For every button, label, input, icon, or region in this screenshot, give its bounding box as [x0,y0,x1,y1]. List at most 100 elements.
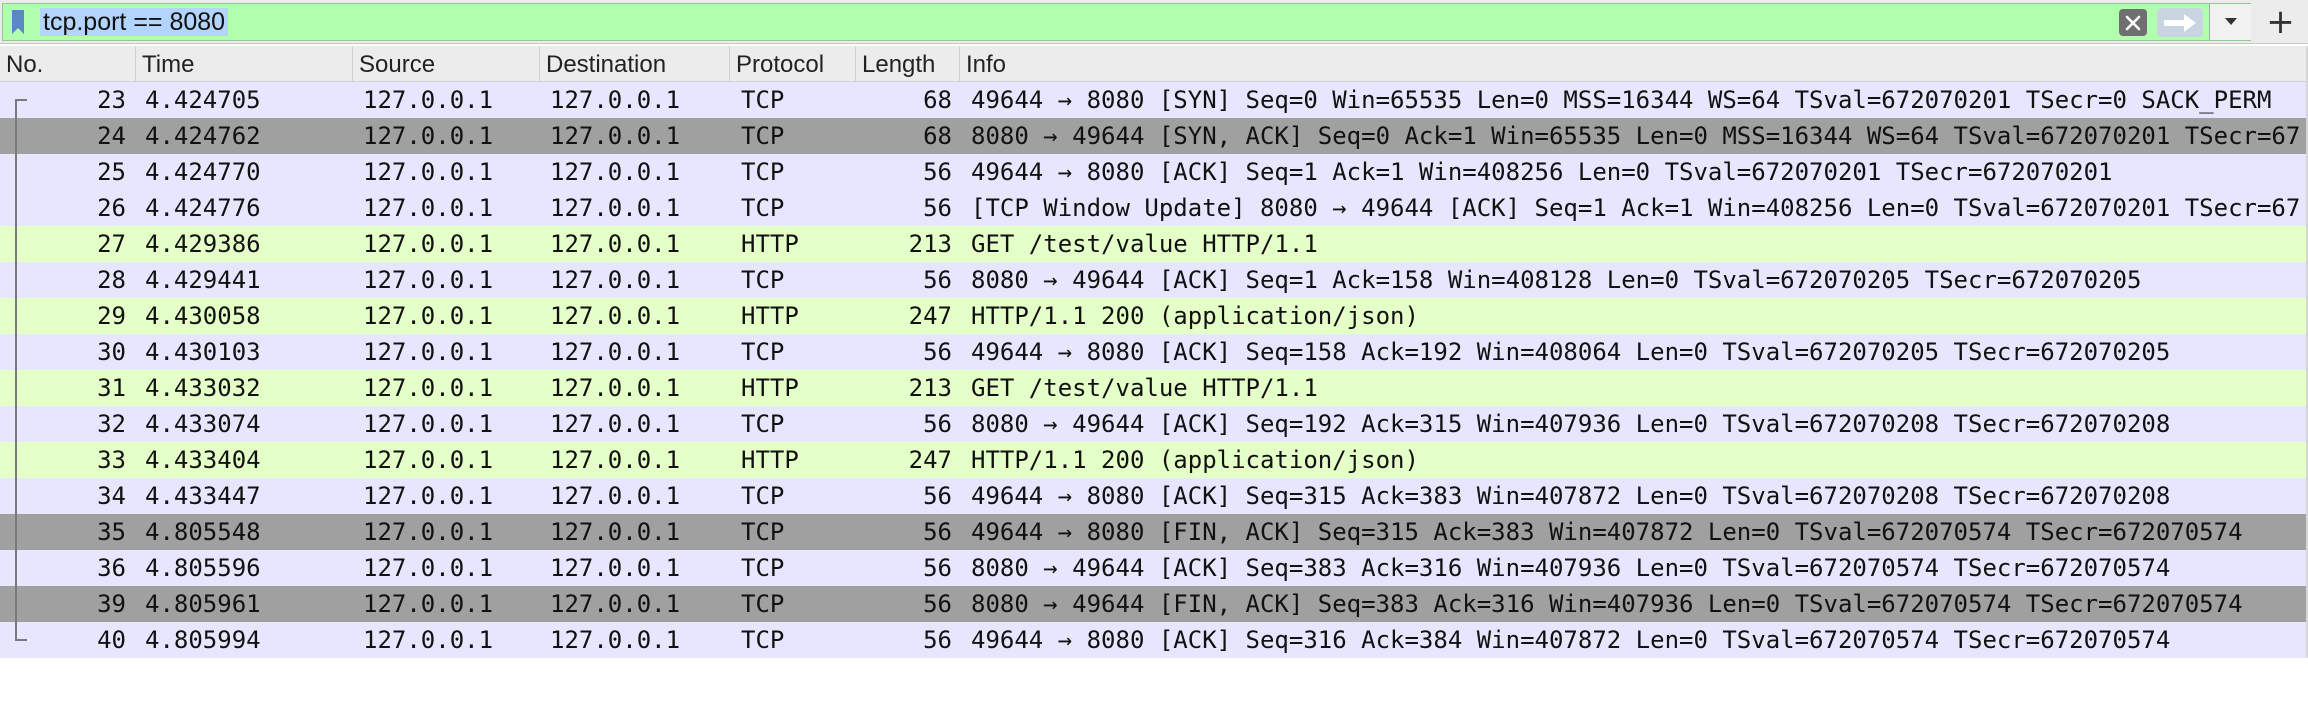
column-source[interactable]: Source [353,46,540,82]
packet-length: 56 [923,626,952,654]
packet-info: 8080 → 49644 [ACK] Seq=383 Ack=316 Win=4… [971,554,2171,582]
packet-info: GET /test/value HTTP/1.1 [971,230,1318,258]
packet-destination: 127.0.0.1 [550,554,681,582]
packet-protocol: TCP [741,194,785,222]
packet-row[interactable]: 33 4.433404 127.0.0.1 127.0.0.1 HTTP 247 HTTP/… [0,442,2308,478]
packet-info: [TCP Window Update] 8080 → 49644 [ACK] S… [971,194,2301,222]
packet-number: 29 [97,302,126,330]
packet-number: 34 [97,482,126,510]
packet-time: 4.424776 [145,194,261,222]
packet-length: 68 [923,86,952,114]
packet-source: 127.0.0.1 [363,86,494,114]
column-length[interactable]: Length [856,46,960,82]
packet-source: 127.0.0.1 [363,410,494,438]
related-packets-end [15,639,27,641]
packet-source: 127.0.0.1 [363,626,494,654]
packet-row[interactable]: 28 4.429441 127.0.0.1 127.0.0.1 TCP 56 8080 → … [0,262,2308,298]
packet-length: 56 [923,518,952,546]
packet-number: 36 [97,554,126,582]
packet-number: 24 [97,122,126,150]
column-protocol[interactable]: Protocol [730,46,856,82]
packet-length: 56 [923,338,952,366]
packet-source: 127.0.0.1 [363,482,494,510]
packet-time: 4.433404 [145,446,261,474]
packet-number: 27 [97,230,126,258]
packet-number: 33 [97,446,126,474]
packet-protocol: TCP [741,410,785,438]
packet-destination: 127.0.0.1 [550,518,681,546]
packet-number: 35 [97,518,126,546]
packet-protocol: TCP [741,518,785,546]
packet-destination: 127.0.0.1 [550,122,681,150]
packet-row[interactable]: 35 4.805548 127.0.0.1 127.0.0.1 TCP 56 49644 →… [0,514,2308,550]
packet-row[interactable]: 30 4.430103 127.0.0.1 127.0.0.1 TCP 56 49644 →… [0,334,2308,370]
packet-length: 56 [923,266,952,294]
packet-info: 49644 → 8080 [ACK] Seq=158 Ack=192 Win=4… [971,338,2171,366]
packet-source: 127.0.0.1 [363,374,494,402]
packet-number: 39 [97,590,126,618]
packet-protocol: TCP [741,590,785,618]
related-packets-start [15,99,27,101]
packet-info: 49644 → 8080 [SYN] Seq=0 Win=65535 Len=0… [971,86,2272,114]
packet-row[interactable]: 29 4.430058 127.0.0.1 127.0.0.1 HTTP 247 HTTP/… [0,298,2308,334]
add-filter-button[interactable]: + [2253,0,2308,44]
packet-protocol: TCP [741,122,785,150]
packet-protocol: HTTP [741,230,799,258]
packet-destination: 127.0.0.1 [550,230,681,258]
packet-row[interactable]: 39 4.805961 127.0.0.1 127.0.0.1 TCP 56 8080 → … [0,586,2308,622]
packet-info: 8080 → 49644 [FIN, ACK] Seq=383 Ack=316 … [971,590,2243,618]
column-no[interactable]: No. [0,46,136,82]
packet-length: 247 [908,302,952,330]
column-time[interactable]: Time [136,46,353,82]
packet-row[interactable]: 27 4.429386 127.0.0.1 127.0.0.1 HTTP 213 GET /… [0,226,2308,262]
packet-time: 4.433447 [145,482,261,510]
packet-source: 127.0.0.1 [363,554,494,582]
packet-row[interactable]: 40 4.805994 127.0.0.1 127.0.0.1 TCP 56 49644 →… [0,622,2308,658]
packet-protocol: TCP [741,266,785,294]
packet-row[interactable]: 31 4.433032 127.0.0.1 127.0.0.1 HTTP 213 GET /… [0,370,2308,406]
packet-destination: 127.0.0.1 [550,374,681,402]
packet-source: 127.0.0.1 [363,266,494,294]
packet-length: 56 [923,482,952,510]
packet-length: 56 [923,590,952,618]
packet-row[interactable]: 36 4.805596 127.0.0.1 127.0.0.1 TCP 56 8080 → … [0,550,2308,586]
column-info[interactable]: Info [960,46,2306,82]
bookmark-icon[interactable] [3,4,33,40]
packet-source: 127.0.0.1 [363,122,494,150]
packet-protocol: TCP [741,158,785,186]
apply-filter-arrow-icon[interactable] [2157,8,2203,37]
packet-length: 68 [923,122,952,150]
packet-row[interactable]: 26 4.424776 127.0.0.1 127.0.0.1 TCP 56 [TCP Wi… [0,190,2308,226]
display-filter-toolbar: tcp.port == 8080 + [0,0,2308,44]
packet-time: 4.433074 [145,410,261,438]
packet-protocol: TCP [741,338,785,366]
packet-time: 4.424705 [145,86,261,114]
packet-destination: 127.0.0.1 [550,338,681,366]
packet-source: 127.0.0.1 [363,338,494,366]
packet-row[interactable]: 32 4.433074 127.0.0.1 127.0.0.1 TCP 56 8080 → … [0,406,2308,442]
clear-filter-icon[interactable] [2119,9,2147,36]
packet-info: 8080 → 49644 [SYN, ACK] Seq=0 Ack=1 Win=… [971,122,2301,150]
packet-time: 4.430103 [145,338,261,366]
packet-source: 127.0.0.1 [363,518,494,546]
filter-history-dropdown[interactable] [2209,4,2251,40]
packet-list-header: No. Time Source Destination Protocol Len… [0,46,2308,82]
packet-row[interactable]: 25 4.424770 127.0.0.1 127.0.0.1 TCP 56 49644 →… [0,154,2308,190]
packet-time: 4.424770 [145,158,261,186]
display-filter-input[interactable]: tcp.port == 8080 [2,3,2251,41]
packet-destination: 127.0.0.1 [550,86,681,114]
packet-source: 127.0.0.1 [363,230,494,258]
packet-length: 56 [923,158,952,186]
packet-info: 49644 → 8080 [ACK] Seq=315 Ack=383 Win=4… [971,482,2171,510]
packet-time: 4.429441 [145,266,261,294]
packet-destination: 127.0.0.1 [550,590,681,618]
packet-number: 31 [97,374,126,402]
packet-row[interactable]: 34 4.433447 127.0.0.1 127.0.0.1 TCP 56 49644 →… [0,478,2308,514]
column-destination[interactable]: Destination [540,46,730,82]
packet-time: 4.805596 [145,554,261,582]
packet-destination: 127.0.0.1 [550,446,681,474]
packet-source: 127.0.0.1 [363,158,494,186]
packet-row[interactable]: 24 4.424762 127.0.0.1 127.0.0.1 TCP 68 8080 → … [0,118,2308,154]
packet-row[interactable]: 23 4.424705 127.0.0.1 127.0.0.1 TCP 68 49644 →… [0,82,2308,118]
filter-expression[interactable]: tcp.port == 8080 [40,8,229,36]
